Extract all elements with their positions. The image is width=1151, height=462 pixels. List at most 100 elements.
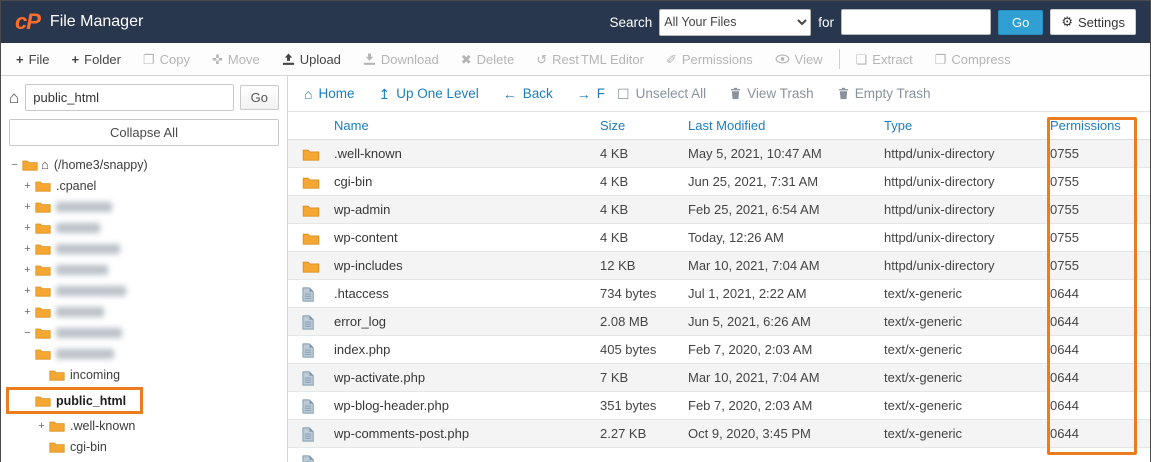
table-row-partial[interactable] [288,448,1150,462]
folder-icon [22,159,38,171]
upload-button[interactable]: Upload [271,43,352,75]
table-row[interactable]: index.php 405 bytes Feb 7, 2020, 2:03 AM… [288,336,1150,364]
folder-icon [296,258,334,273]
delete-button[interactable]: ✖ Delete [450,43,525,75]
delete-icon: ✖ [460,51,472,67]
table-row[interactable]: cgi-bin 4 KB Jun 25, 2021, 7:31 AM httpd… [288,168,1150,196]
extract-icon: ❏ [855,51,868,67]
copy-button[interactable]: ❐ Copy [132,43,201,75]
folder-icon [35,348,51,360]
file-name[interactable]: .well-known [334,146,600,161]
file-icon [296,425,334,441]
unselect-all-link[interactable]: ☐ Unselect All [617,86,706,101]
header-size[interactable]: Size [600,118,688,133]
compress-button[interactable]: ❐ Compress [924,43,1022,75]
download-button[interactable]: Download [352,43,450,75]
file-type: httpd/unix-directory [884,174,995,189]
move-button[interactable]: ✜ Move [201,43,271,75]
tree-collapse-toggle[interactable]: − [9,159,20,171]
folder-icon [49,420,65,432]
file-name[interactable]: error_log [334,314,600,329]
tree-expand-toggle[interactable]: + [22,222,33,234]
tree-item-redacted[interactable]: + [9,238,287,259]
search-scope-select[interactable]: All Your Files [659,8,812,36]
forward-link[interactable]: → F [577,86,605,101]
tree-item-redacted[interactable]: + [9,301,287,322]
tree-item-root[interactable]: − ⌂ (/home3/snappy) [9,154,287,175]
table-row[interactable]: wp-admin 4 KB Feb 25, 2021, 6:54 AM http… [288,196,1150,224]
new-file-button[interactable]: + File [5,43,61,75]
view-label: View [794,51,823,67]
file-permissions: 0644 [1050,314,1079,329]
file-size: 4 KB [600,146,629,161]
tree-item-redacted[interactable]: + [9,196,287,217]
tree-expand-toggle[interactable]: + [36,420,47,432]
view-trash-link[interactable]: View Trash [730,86,814,101]
home-link[interactable]: ⌂ Home [304,86,354,101]
restore-button[interactable]: ↺ Rest [525,43,580,75]
tree-expand-toggle[interactable]: + [22,243,33,255]
tree-collapse-toggle[interactable]: − [22,327,33,339]
search-go-button[interactable]: Go [998,9,1044,35]
tree-expand-toggle[interactable]: + [22,285,33,297]
tree-item-cpanel[interactable]: + .cpanel [9,175,287,196]
table-row[interactable]: wp-comments-post.php 2.27 KB Oct 9, 2020… [288,420,1150,448]
file-name[interactable]: cgi-bin [334,174,600,189]
up-one-level-link[interactable]: ↥ Up One Level [378,86,478,101]
extract-button[interactable]: ❏ Extract [845,43,924,75]
permissions-button[interactable]: ✐ Permissions [655,43,764,75]
tree-item-redacted[interactable]: + [9,280,287,301]
table-row[interactable]: wp-blog-header.php 351 bytes Feb 7, 2020… [288,392,1150,420]
blurred-label [56,327,122,338]
home-icon[interactable]: ⌂ [9,88,19,108]
view-button[interactable]: View [764,43,834,75]
table-row[interactable]: wp-includes 12 KB Mar 10, 2021, 7:04 AM … [288,252,1150,280]
file-size: 4 KB [600,230,629,245]
file-type: text/x-generic [884,314,963,329]
tree-item-redacted[interactable]: + [9,259,287,280]
path-go-button[interactable]: Go [239,85,279,110]
file-size: 12 KB [600,258,636,273]
tree-item-incoming[interactable]: incoming [9,364,287,385]
tree-item-redacted[interactable] [9,343,287,364]
tree-expand-toggle[interactable]: + [22,180,33,192]
tree-item-cgi-bin[interactable]: cgi-bin [9,436,287,457]
file-name[interactable]: wp-content [334,230,600,245]
file-name[interactable]: wp-includes [334,258,600,273]
file-name[interactable]: index.php [334,342,600,357]
search-input[interactable] [841,9,992,35]
empty-trash-link[interactable]: Empty Trash [838,86,930,101]
header-type[interactable]: Type [884,118,1050,133]
collapse-all-button[interactable]: Collapse All [9,119,279,146]
back-link[interactable]: ← Back [503,86,553,101]
html-editor-button[interactable]: TML Editor [580,43,655,75]
tree-item-label: .cpanel [56,178,97,193]
file-name[interactable]: wp-comments-post.php [334,426,600,441]
table-row[interactable]: wp-activate.php 7 KB Mar 10, 2021, 7:04 … [288,364,1150,392]
tree-expand-toggle[interactable]: + [22,201,33,213]
file-name[interactable]: wp-blog-header.php [334,398,600,413]
table-row[interactable]: error_log 2.08 MB Jun 5, 2021, 6:26 AM t… [288,308,1150,336]
settings-button[interactable]: ⚙ Settings [1050,9,1136,35]
folder-icon [296,146,334,161]
view-trash-label: View Trash [747,86,814,101]
file-name[interactable]: .htaccess [334,286,600,301]
compress-icon: ❐ [934,51,947,67]
file-name[interactable]: wp-activate.php [334,370,600,385]
tree-item-redacted[interactable]: − [9,322,287,343]
tree-expand-toggle[interactable]: + [22,306,33,318]
tree-item-public-html[interactable]: public_html [5,387,144,414]
header-name[interactable]: Name [334,118,600,133]
table-row[interactable]: .well-known 4 KB May 5, 2021, 10:47 AM h… [288,140,1150,168]
table-row[interactable]: wp-content 4 KB Today, 12:26 AM httpd/un… [288,224,1150,252]
eye-icon [775,54,790,64]
tree-item-redacted[interactable]: + [9,217,287,238]
path-input[interactable] [25,84,234,111]
tree-expand-toggle[interactable]: + [22,264,33,276]
tree-item-well-known[interactable]: + .well-known [9,415,287,436]
header-permissions[interactable]: Permissions [1050,118,1142,133]
new-folder-button[interactable]: + Folder [61,43,132,75]
header-last-modified[interactable]: Last Modified [688,118,884,133]
file-name[interactable]: wp-admin [334,202,600,217]
table-row[interactable]: .htaccess 734 bytes Jul 1, 2021, 2:22 AM… [288,280,1150,308]
